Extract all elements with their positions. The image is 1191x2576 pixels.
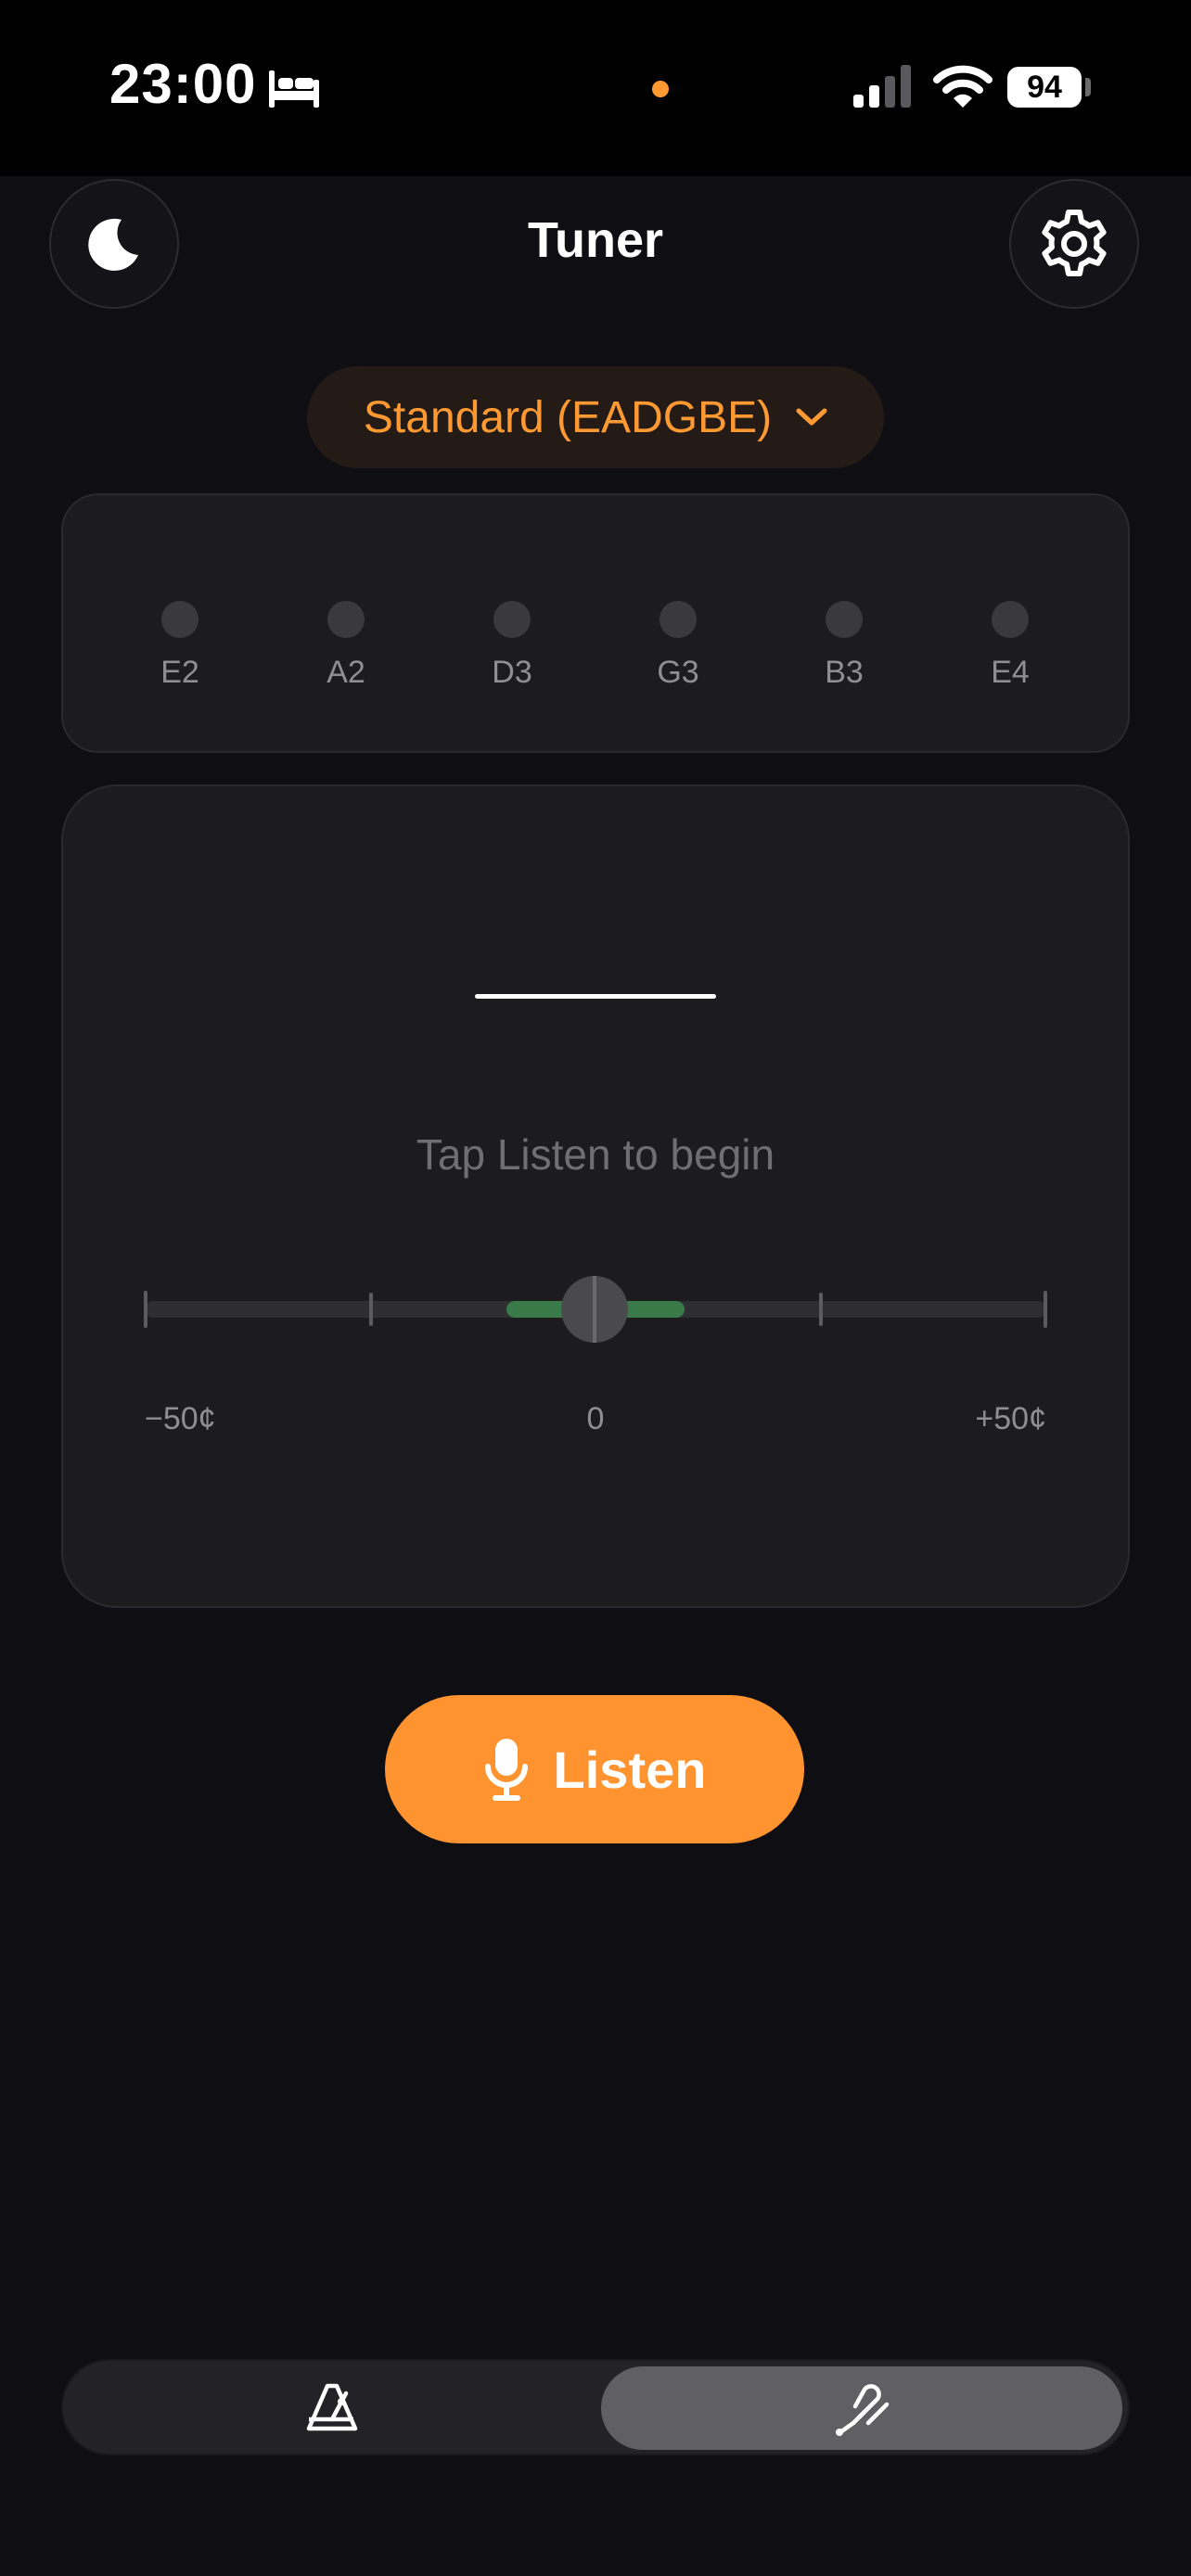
string-indicator bbox=[660, 601, 697, 638]
strings-card: E2 A2 D3 G3 B3 E4 bbox=[61, 493, 1130, 753]
battery-icon: 94 bbox=[1007, 67, 1082, 108]
string-label: G3 bbox=[657, 655, 699, 690]
orange-dot bbox=[652, 81, 669, 97]
string-label: D3 bbox=[492, 655, 532, 690]
tuning-fork-icon bbox=[836, 2384, 890, 2436]
moon-icon bbox=[88, 218, 138, 271]
metronome-icon bbox=[306, 2383, 358, 2431]
string-item-b3[interactable]: B3 bbox=[788, 601, 900, 691]
string-item-a2[interactable]: A2 bbox=[290, 601, 402, 691]
signal-icon bbox=[853, 65, 911, 108]
tuner-meter-card bbox=[61, 784, 1130, 1608]
string-label: A2 bbox=[327, 655, 365, 690]
tab-tuner[interactable] bbox=[601, 2366, 1122, 2450]
string-indicator bbox=[161, 601, 198, 638]
battery-level: 94 bbox=[1027, 69, 1062, 105]
gear-icon bbox=[1042, 210, 1107, 276]
wifi-icon bbox=[933, 65, 992, 108]
tuning-label: Standard (EADGBE) bbox=[363, 392, 773, 442]
microphone-icon bbox=[484, 1739, 528, 1801]
cents-needle bbox=[593, 1276, 596, 1343]
string-indicator bbox=[826, 601, 863, 638]
scale-mid-label: 0 bbox=[586, 1401, 605, 1436]
settings-button[interactable] bbox=[1009, 179, 1139, 309]
scale-max-label: +50¢ bbox=[975, 1401, 1046, 1436]
string-item-e2[interactable]: E2 bbox=[124, 601, 236, 691]
tick-minus-50 bbox=[144, 1291, 147, 1328]
battery-nub bbox=[1085, 78, 1091, 96]
listen-button[interactable]: Listen bbox=[385, 1695, 804, 1843]
status-time: 23:00 bbox=[109, 53, 257, 115]
string-indicator bbox=[493, 601, 531, 638]
string-item-d3[interactable]: D3 bbox=[456, 601, 568, 691]
listen-label: Listen bbox=[553, 1740, 707, 1799]
string-label: E2 bbox=[160, 655, 199, 690]
string-indicator bbox=[327, 601, 365, 638]
tick-plus-25 bbox=[819, 1293, 823, 1326]
scale-min-label: −50¢ bbox=[145, 1401, 216, 1436]
tuning-selector[interactable]: Standard (EADGBE) bbox=[307, 366, 884, 468]
dark-mode-button[interactable] bbox=[49, 179, 179, 309]
tab-bar bbox=[61, 2359, 1130, 2455]
chevron-down-icon bbox=[796, 408, 827, 426]
string-label: E4 bbox=[991, 655, 1030, 690]
prompt-text: Tap Listen to begin bbox=[416, 1130, 775, 1179]
tick-plus-50 bbox=[1044, 1291, 1047, 1328]
page-title: Tuner bbox=[528, 212, 663, 268]
tick-minus-25 bbox=[369, 1293, 373, 1326]
string-item-g3[interactable]: G3 bbox=[622, 601, 734, 691]
string-item-e4[interactable]: E4 bbox=[954, 601, 1066, 691]
detected-note-placeholder bbox=[475, 994, 716, 999]
tab-metronome[interactable] bbox=[69, 2366, 596, 2450]
string-label: B3 bbox=[825, 655, 864, 690]
bed-icon bbox=[269, 70, 319, 108]
string-indicator bbox=[992, 601, 1029, 638]
